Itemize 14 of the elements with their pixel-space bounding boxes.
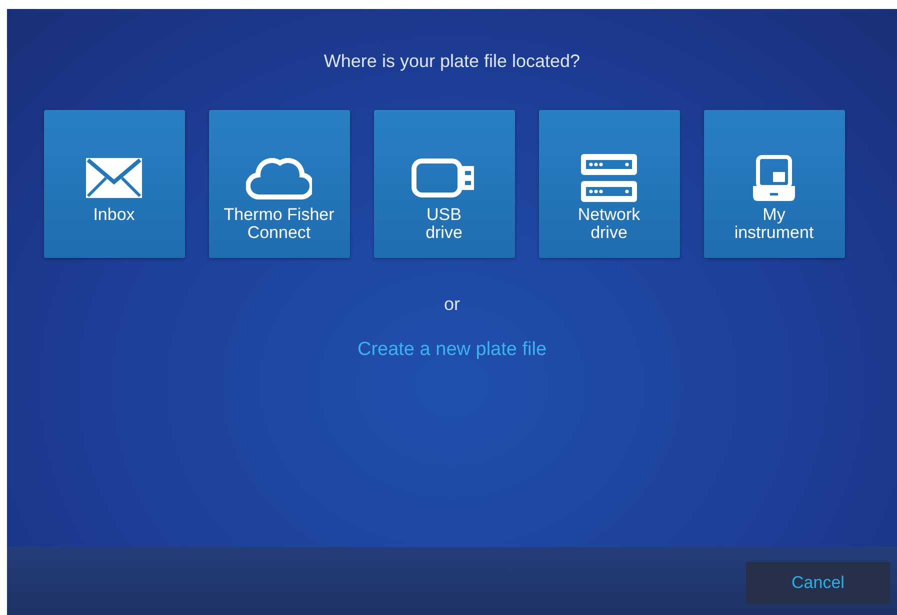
cloud-icon: [246, 155, 312, 201]
location-tile[interactable]: Thermo Fisher Connect: [208, 110, 350, 258]
create-link[interactable]: Create a new plate file: [357, 339, 547, 361]
usb-drive-icon: [411, 158, 477, 198]
location-tile[interactable]: My instrument: [704, 110, 844, 258]
prompt-text: Where is your plate file located?: [324, 51, 580, 72]
envelope-icon: [86, 158, 142, 198]
cancel-button[interactable]: Cancel: [746, 562, 890, 604]
instrument-icon: [753, 154, 795, 202]
server-icon: [581, 154, 637, 202]
location-tile[interactable]: Network drive: [538, 110, 680, 258]
location-tile[interactable]: USB drive: [374, 110, 514, 258]
location-tile[interactable]: Inbox: [44, 110, 184, 258]
or-text: or: [444, 294, 460, 315]
